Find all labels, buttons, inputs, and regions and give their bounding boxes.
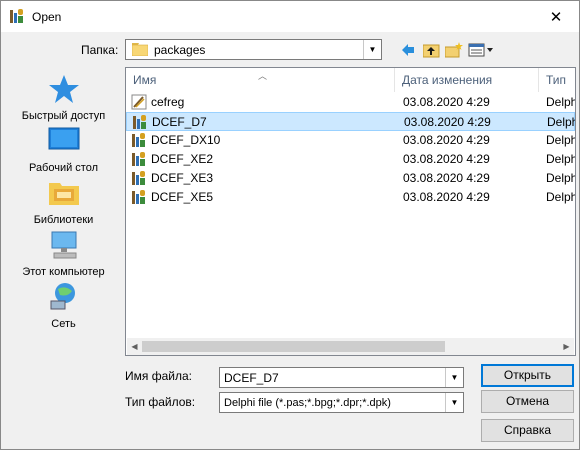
filetype-label: Тип файлов: (125, 395, 196, 409)
column-label: Дата изменения (402, 73, 493, 87)
chevron-down-icon[interactable]: ▼ (445, 368, 463, 387)
file-name: DCEF_DX10 (151, 133, 221, 147)
filename-label: Имя файла: (125, 369, 192, 383)
back-arrow-icon[interactable] (400, 42, 416, 58)
file-date: 03.08.2020 4:29 (403, 152, 490, 166)
place-label: Библиотеки (33, 214, 94, 226)
window-title: Open (32, 10, 62, 24)
folder-icon (132, 43, 148, 56)
filename-value: DCEF_D7 (224, 371, 279, 385)
place-label: Быстрый доступ (21, 110, 106, 122)
scroll-right-icon[interactable]: ▶ (559, 338, 574, 355)
file-type: Delph (546, 152, 576, 166)
file-type: Delph (546, 190, 576, 204)
place-this-pc[interactable]: Этот компьютер (11, 229, 116, 278)
file-date: 03.08.2020 4:29 (403, 95, 490, 109)
new-folder-icon[interactable] (445, 42, 464, 58)
lookin-value: packages (154, 43, 206, 57)
open-dialog: Open ✕ Папка: packages ▼ Быстрый доступ (0, 0, 580, 450)
file-list[interactable]: ︿ Имя Дата изменения Тип cefreg 03.08.20… (125, 67, 576, 356)
filetype-combobox[interactable]: Delphi file (*.pas;*.bpg;*.dpr;*.dpk) ▼ (219, 392, 464, 413)
column-header-name[interactable]: ︿ Имя (126, 68, 395, 92)
list-item[interactable]: DCEF_XE3 03.08.2020 4:29 Delph (126, 169, 575, 188)
column-label: Тип (546, 73, 567, 87)
place-label: Сеть (51, 318, 76, 330)
column-header-date[interactable]: Дата изменения (395, 68, 539, 92)
close-icon: ✕ (549, 8, 563, 26)
place-desktop[interactable]: Рабочий стол (11, 125, 116, 174)
title-bar[interactable]: Open ✕ (1, 1, 579, 32)
delphi-project-icon (131, 94, 147, 110)
list-item[interactable]: DCEF_DX10 03.08.2020 4:29 Delph (126, 131, 575, 150)
open-button[interactable]: Открыть (481, 364, 574, 387)
list-item[interactable]: DCEF_XE5 03.08.2020 4:29 Delph (126, 188, 575, 207)
file-date: 03.08.2020 4:29 (403, 133, 490, 147)
filetype-value: Delphi file (*.pas;*.bpg;*.dpr;*.dpk) (224, 397, 391, 409)
network-icon (50, 283, 75, 310)
delphi-package-icon (132, 190, 145, 204)
place-label: Этот компьютер (22, 266, 105, 278)
file-type: Delph (547, 115, 576, 129)
quick-access-star-icon (48, 75, 79, 103)
column-header-type[interactable]: Тип (539, 68, 575, 92)
libraries-icon (48, 183, 79, 205)
place-network[interactable]: Сеть (11, 281, 116, 330)
scrollbar-thumb[interactable] (142, 341, 445, 352)
file-date: 03.08.2020 4:29 (403, 171, 490, 185)
list-item[interactable]: cefreg 03.08.2020 4:29 Delph (126, 93, 575, 112)
horizontal-scrollbar[interactable]: ◀ ▶ (127, 338, 574, 355)
file-type: Delph (546, 95, 576, 109)
view-menu-icon[interactable] (468, 42, 494, 58)
delphi-package-icon (132, 133, 145, 147)
sort-arrow-icon: ︿ (258, 71, 268, 81)
lookin-combobox[interactable]: packages ▼ (125, 39, 382, 60)
file-type: Delph (546, 171, 576, 185)
list-item-selected[interactable]: DCEF_D7 03.08.2020 4:29 Delph (126, 112, 575, 131)
cancel-button[interactable]: Отмена (481, 390, 574, 413)
file-name: DCEF_XE2 (151, 152, 214, 166)
place-label: Рабочий стол (28, 162, 99, 174)
delphi-package-icon (132, 171, 145, 185)
this-pc-icon (51, 231, 76, 259)
close-button[interactable]: ✕ (533, 1, 579, 32)
place-libraries[interactable]: Библиотеки (11, 177, 116, 226)
chevron-down-icon[interactable]: ▼ (445, 393, 463, 412)
scroll-left-icon[interactable]: ◀ (127, 338, 142, 355)
help-button[interactable]: Справка (481, 419, 574, 442)
file-date: 03.08.2020 4:29 (404, 115, 491, 129)
desktop-icon (48, 127, 79, 150)
list-header: ︿ Имя Дата изменения Тип (126, 68, 575, 92)
list-item[interactable]: DCEF_XE2 03.08.2020 4:29 Delph (126, 150, 575, 169)
column-label: Имя (133, 73, 157, 87)
delphi-app-icon (10, 9, 23, 23)
file-name: DCEF_XE3 (151, 171, 214, 185)
file-name: cefreg (151, 95, 185, 109)
place-quick-access[interactable]: Быстрый доступ (11, 73, 116, 122)
filename-combobox[interactable]: DCEF_D7 ▼ (219, 367, 464, 388)
file-date: 03.08.2020 4:29 (403, 190, 490, 204)
file-type: Delph (546, 133, 576, 147)
up-folder-icon[interactable] (423, 42, 440, 58)
places-bar: Быстрый доступ Рабочий стол Библиотеки Э… (11, 67, 116, 337)
file-name: DCEF_D7 (152, 115, 207, 129)
chevron-down-icon[interactable]: ▼ (363, 40, 381, 59)
delphi-package-icon (133, 115, 146, 129)
file-name: DCEF_XE5 (151, 190, 214, 204)
delphi-package-icon (132, 152, 145, 166)
lookin-label: Папка: (81, 43, 119, 57)
